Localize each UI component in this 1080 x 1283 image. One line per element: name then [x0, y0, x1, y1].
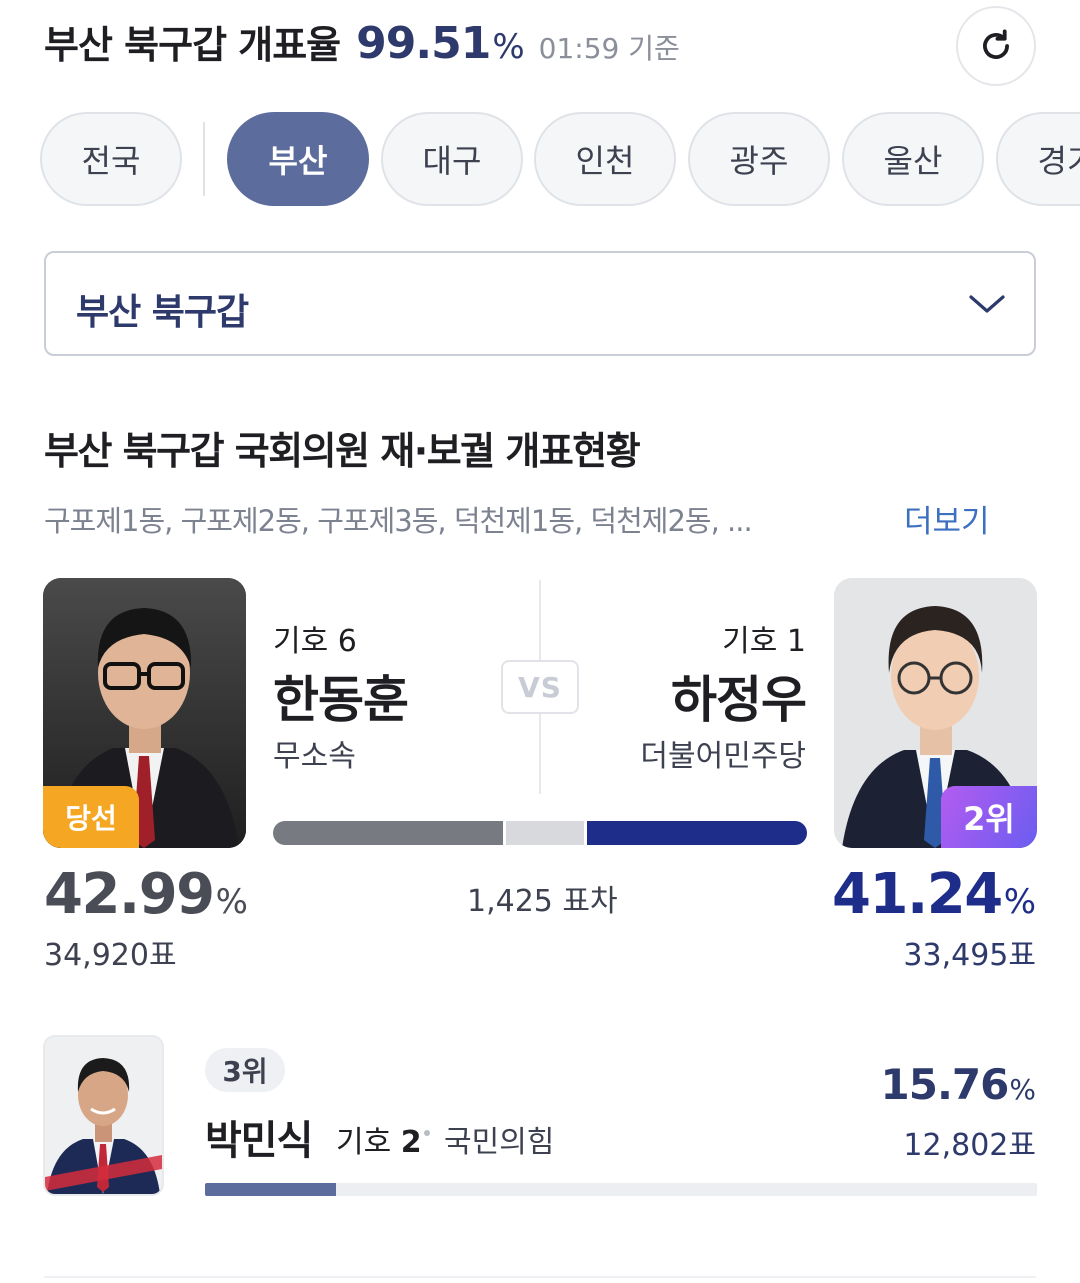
counting-rate-unit: % [492, 27, 525, 67]
candidate-number-prefix: 기호 [336, 1125, 392, 1160]
candidate-votes-right: 33,495표 [903, 938, 1036, 973]
section-title: 부산 북구갑 국회의원 재·보궐 개표현황 [44, 429, 641, 473]
vs-badge: VS [501, 660, 579, 714]
chevron-down-icon [969, 295, 1005, 313]
candidate-number-right: 기호 1 [722, 624, 806, 659]
candidate-percent-unit: % [1009, 1073, 1036, 1106]
candidate-percent-left: 42.99% [44, 862, 248, 927]
vote-share-fill [205, 1183, 337, 1196]
region-tab-gwangju[interactable]: 광주 [688, 112, 830, 206]
candidate-percent-value: 42.99 [44, 862, 215, 927]
candidate-number-left: 기호 6 [273, 624, 357, 659]
region-tabs: 전국 부산 대구 인천 광주 울산 경기 [40, 112, 1080, 208]
candidate-portrait [45, 1037, 162, 1194]
update-time: 01:59 기준 [538, 32, 680, 65]
district-list: 구포제1동, 구포제2동, 구포제3동, 덕천제1동, 덕천제2동, ... [44, 504, 753, 538]
region-tab-daegu[interactable]: 대구 [381, 112, 523, 206]
candidate-percent-third: 15.76% [881, 1060, 1036, 1109]
region-tab-national[interactable]: 전국 [40, 112, 182, 206]
candidate-percent-unit: % [215, 882, 248, 922]
candidate-party-right: 더불어민주당 [640, 739, 806, 774]
candidate-party-third: 국민의힘 [444, 1125, 555, 1160]
candidate-party-left: 무소속 [273, 739, 356, 774]
rank-badge: 3위 [205, 1048, 285, 1092]
candidate-percent-right: 41.24% [832, 862, 1036, 927]
region-tab-ulsan[interactable]: 울산 [842, 112, 984, 206]
vote-share-right [587, 821, 807, 845]
district-select[interactable]: 부산 북구갑 [44, 251, 1036, 356]
vote-margin: 1,425 표차 [467, 884, 618, 919]
candidate-votes-third: 12,802표 [903, 1128, 1036, 1163]
region-tab-divider [203, 122, 205, 196]
candidate-number-value: 2 [400, 1125, 422, 1160]
candidate-percent-value: 15.76 [880, 1060, 1010, 1109]
rank-badge: 2위 [941, 786, 1037, 848]
winner-badge: 당선 [43, 786, 139, 848]
candidate-name-right: 하정우 [671, 671, 807, 729]
refresh-button[interactable] [956, 6, 1036, 86]
counting-header: 부산 북구갑 개표율 99.51 % 01:59 기준 [44, 14, 680, 74]
candidate-number-third: 기호 2 [336, 1117, 422, 1161]
candidate-name-left: 한동훈 [273, 671, 409, 729]
candidate-photo-third [43, 1035, 164, 1196]
district-select-value: 부산 북구갑 [76, 292, 249, 333]
vote-share-others [506, 821, 584, 845]
vote-share-bar-third [205, 1183, 1037, 1196]
candidate-percent-unit: % [1003, 882, 1036, 922]
election-results-page: 부산 북구갑 개표율 99.51 % 01:59 기준 전국 부산 대구 인천 … [0, 0, 1080, 1283]
counting-rate: 99.51 [356, 18, 491, 69]
vote-share-bar [273, 821, 807, 845]
more-link[interactable]: 더보기 [904, 496, 990, 541]
refresh-icon [983, 29, 1009, 59]
separator-dot [424, 1130, 430, 1136]
candidate-votes-left: 34,920표 [44, 938, 177, 973]
region-tab-incheon[interactable]: 인천 [534, 112, 676, 206]
vote-share-left [273, 821, 503, 845]
candidate-photo-left: 당선 [43, 578, 246, 848]
candidate-photo-right: 2위 [834, 578, 1037, 848]
page-title: 부산 북구갑 개표율 [44, 23, 341, 67]
section-divider [44, 1276, 1036, 1278]
candidate-percent-value: 41.24 [832, 862, 1003, 927]
region-tab-busan[interactable]: 부산 [227, 112, 369, 206]
region-tab-gyeonggi[interactable]: 경기 [996, 112, 1080, 206]
candidate-name-third: 박민식 [205, 1118, 313, 1164]
